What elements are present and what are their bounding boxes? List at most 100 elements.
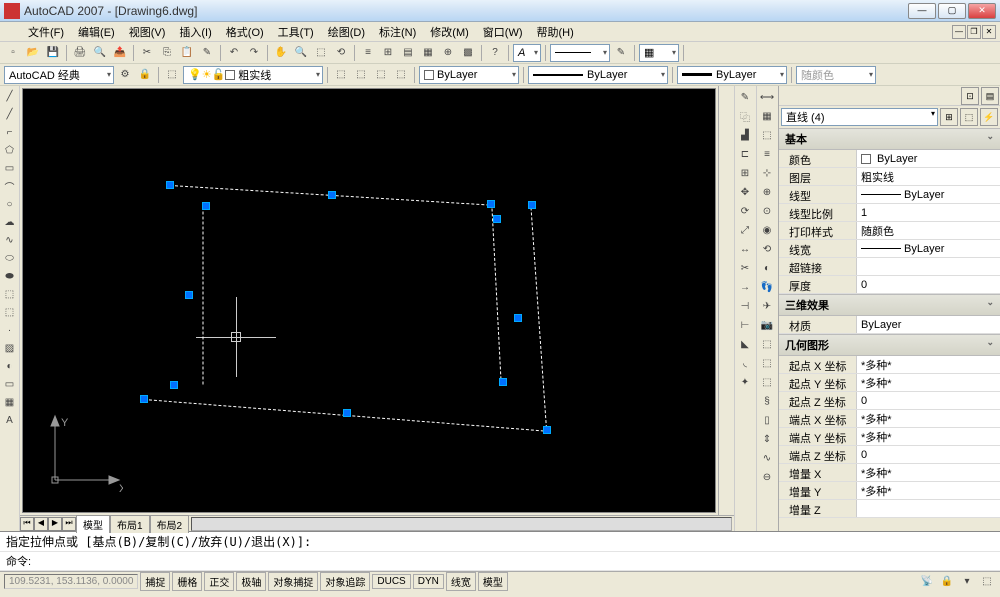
quick-select-button[interactable]: ⊞ (940, 108, 958, 126)
prop-value[interactable]: ByLayer (857, 240, 1000, 257)
prop-value[interactable]: *多种* (857, 428, 1000, 445)
design-center-button[interactable]: ⊞ (379, 44, 397, 62)
otrack-toggle[interactable]: 对象追踪 (320, 572, 370, 591)
insert-block-tool[interactable]: ⬚ (1, 286, 18, 303)
prop-value[interactable]: 0 (857, 446, 1000, 463)
xline-tool[interactable]: ╱ (1, 106, 18, 123)
lock-icon[interactable]: 🔒 (938, 573, 956, 591)
menu-edit[interactable]: 编辑(E) (72, 22, 121, 42)
gradient-tool[interactable]: ◐ (1, 358, 18, 375)
camera-tool[interactable]: 📷 (758, 316, 776, 334)
menu-help[interactable]: 帮助(H) (531, 22, 580, 42)
minimize-button[interactable]: — (908, 3, 936, 19)
arc-tool[interactable]: ⌒ (1, 178, 18, 195)
plot-style-control[interactable]: 随颜色 (796, 66, 876, 84)
lineweight-control[interactable]: ByLayer (677, 66, 787, 84)
plot-button[interactable]: 🖨 (71, 44, 89, 62)
prop-row[interactable]: 端点 Z 坐标0 (779, 446, 1000, 464)
presspull-tool[interactable]: ⇕ (758, 430, 776, 448)
linetype-control[interactable]: ByLayer (528, 66, 668, 84)
polygon-tool[interactable]: ⬠ (1, 142, 18, 159)
grip-icon[interactable] (166, 181, 174, 189)
prop-value[interactable]: 0 (857, 392, 1000, 409)
area-tool[interactable]: ▦ (758, 107, 776, 125)
3dorbit-tool[interactable]: ⊙ (758, 202, 776, 220)
prop-value[interactable]: *多种* (857, 482, 1000, 499)
snap-toggle[interactable]: 捕捉 (140, 572, 170, 591)
workspace-settings-button[interactable]: ⚙ (116, 66, 134, 84)
select-objects-button[interactable]: ⬚ (960, 108, 978, 126)
helix-tool[interactable]: § (758, 392, 776, 410)
swivel-tool[interactable]: ⟲ (758, 240, 776, 258)
prop-value[interactable]: ByLayer (857, 150, 1000, 167)
prop-value[interactable]: *多种* (857, 464, 1000, 481)
prop-value[interactable] (857, 500, 1000, 517)
walk-tool[interactable]: 👣 (758, 278, 776, 296)
prop-row[interactable]: 端点 X 坐标*多种* (779, 410, 1000, 428)
explode-tool[interactable]: ✦ (736, 373, 754, 391)
prop-row[interactable]: 颜色ByLayer (779, 150, 1000, 168)
region-tool2[interactable]: ⬚ (758, 126, 776, 144)
ellipse-tool[interactable]: ⬭ (1, 250, 18, 267)
pline-tool[interactable]: ⌐ (1, 124, 18, 141)
region-tool[interactable]: ▭ (1, 376, 18, 393)
grip-icon[interactable] (528, 201, 536, 209)
prop-value[interactable]: 0 (857, 276, 1000, 293)
erase-tool[interactable]: ✎ (736, 88, 754, 106)
prop-row[interactable]: 线型比例1 (779, 204, 1000, 222)
grip-icon[interactable] (543, 426, 551, 434)
flatshot-tool[interactable]: ⬚ (758, 373, 776, 391)
hatch-tool[interactable]: ▨ (1, 340, 18, 357)
sweep-tool[interactable]: ∿ (758, 449, 776, 467)
point-tool[interactable]: · (1, 322, 18, 339)
properties-button[interactable]: ≡ (359, 44, 377, 62)
dim-style-control[interactable] (550, 44, 610, 62)
prop-row[interactable]: 图层粗实线 (779, 168, 1000, 186)
id-tool[interactable]: ⊹ (758, 164, 776, 182)
menu-insert[interactable]: 插入(I) (173, 22, 217, 42)
layer-prev-button[interactable]: ⬚ (332, 66, 350, 84)
color-control[interactable]: ByLayer (419, 66, 519, 84)
pickadd-button[interactable]: ⚡ (980, 108, 998, 126)
join-tool[interactable]: ⊢ (736, 316, 754, 334)
menu-view[interactable]: 视图(V) (123, 22, 172, 42)
tab-prev[interactable]: ◀ (34, 517, 48, 531)
cut-button[interactable]: ✂ (138, 44, 156, 62)
new-button[interactable]: ▫ (4, 44, 22, 62)
prop-row[interactable]: 材质ByLayer (779, 316, 1000, 334)
tool-palette-button[interactable]: ▤ (399, 44, 417, 62)
menu-format[interactable]: 格式(O) (220, 22, 270, 42)
grip-icon[interactable] (514, 314, 522, 322)
command-prompt[interactable]: 命令: (0, 552, 1000, 571)
prop-value[interactable]: ByLayer (857, 186, 1000, 203)
spline-tool[interactable]: ∿ (1, 232, 18, 249)
layer-match-button[interactable]: ⬚ (392, 66, 410, 84)
prop-row[interactable]: 线型ByLayer (779, 186, 1000, 204)
ellipse-arc-tool[interactable]: ⬬ (1, 268, 18, 285)
prop-row[interactable]: 打印样式随颜色 (779, 222, 1000, 240)
dyn-toggle[interactable]: DYN (413, 574, 444, 589)
prop-value[interactable]: *多种* (857, 356, 1000, 373)
comm-center-icon[interactable]: 📡 (918, 573, 936, 591)
mtext-tool[interactable]: A (1, 412, 18, 429)
ducs-toggle[interactable]: DUCS (372, 574, 410, 589)
grip-icon[interactable] (140, 395, 148, 403)
tab-last[interactable]: ⏭ (62, 517, 76, 531)
rotate-tool[interactable]: ⟳ (736, 202, 754, 220)
coordinate-display[interactable]: 109.5231, 153.1136, 0.0000 (4, 574, 138, 589)
prop-row[interactable]: 起点 X 坐标*多种* (779, 356, 1000, 374)
menu-file[interactable]: 文件(F) (22, 22, 70, 42)
prop-section-header[interactable]: 三维效果⌄ (779, 294, 1000, 316)
move-tool[interactable]: ✥ (736, 183, 754, 201)
workspace-lock-icon[interactable]: 🔒 (136, 66, 154, 84)
grip-icon[interactable] (493, 215, 501, 223)
copy-button[interactable]: ⎘ (158, 44, 176, 62)
extend-tool[interactable]: → (736, 278, 754, 296)
prop-row[interactable]: 增量 Z (779, 500, 1000, 518)
3d-align-tool[interactable]: ⬚ (758, 335, 776, 353)
break-tool[interactable]: ⊣ (736, 297, 754, 315)
grip-icon[interactable] (202, 202, 210, 210)
prop-value[interactable]: 随颜色 (857, 222, 1000, 239)
prop-row[interactable]: 端点 Y 坐标*多种* (779, 428, 1000, 446)
grip-icon[interactable] (487, 200, 495, 208)
